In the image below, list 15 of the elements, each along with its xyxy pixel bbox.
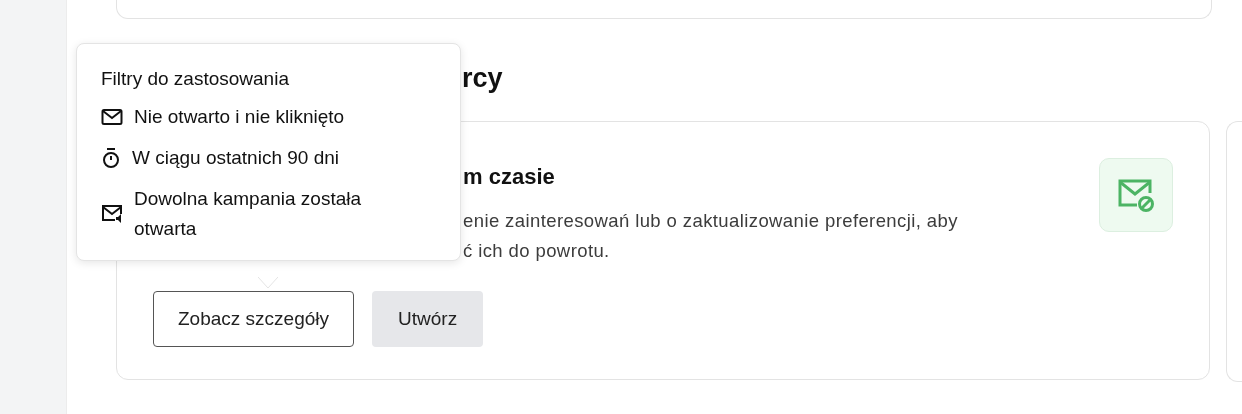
card-description: enie zainteresowań lub o zaktualizowanie preferencji, aby [463, 209, 958, 233]
filter-item-text: Nie otwarto i nie kliknięto [134, 105, 345, 129]
envelope-block-icon [1099, 158, 1173, 232]
card-title: m czasie [463, 163, 556, 191]
filter-item-text: W ciągu ostatnich 90 dni [132, 146, 339, 170]
card-description: ć ich do powrotu. [463, 239, 610, 263]
filter-item-text: Dowolna kampania została otwarta [134, 187, 363, 241]
section-heading: rcy [462, 62, 504, 95]
create-button[interactable]: Utwórz [372, 291, 484, 347]
timer-icon [101, 147, 121, 169]
popover-title: Filtry do zastosowania [101, 68, 290, 90]
envelope-icon [101, 108, 123, 126]
popover-pointer [258, 277, 278, 289]
envelope-speaker-icon [101, 204, 123, 224]
details-button[interactable]: Zobacz szczegóły [153, 291, 354, 347]
